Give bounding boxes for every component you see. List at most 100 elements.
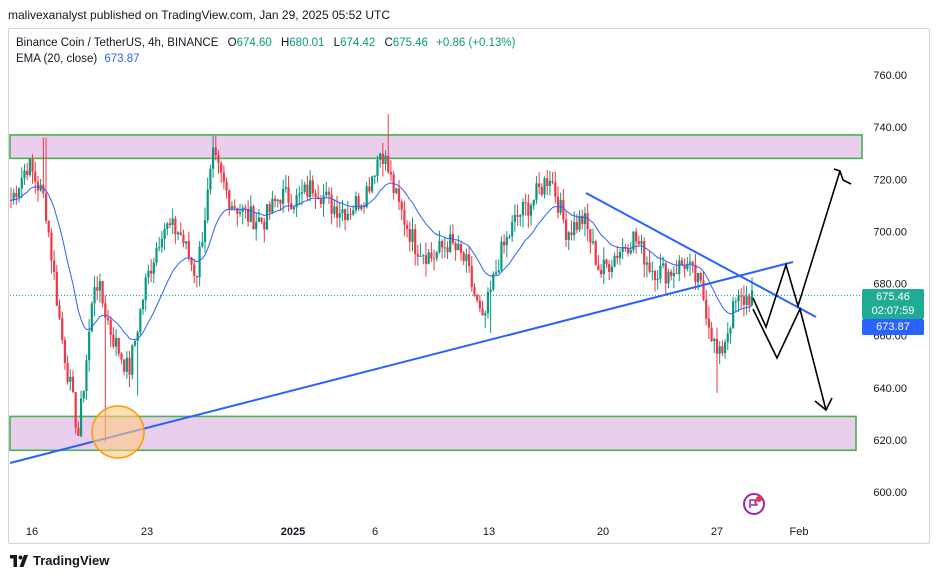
candle-body — [201, 242, 204, 247]
candle-body — [405, 224, 409, 229]
candle-body — [88, 331, 91, 361]
candle-body — [271, 198, 274, 213]
candle-body — [635, 231, 638, 242]
candle-body — [93, 287, 96, 304]
candle-body — [252, 206, 255, 230]
candle-body — [211, 147, 215, 169]
candle-body — [34, 171, 37, 182]
candle-body — [575, 221, 578, 230]
candle-body — [389, 172, 393, 175]
candle-body — [255, 221, 258, 230]
candle-body — [101, 281, 104, 304]
candle-body — [540, 186, 543, 195]
candle-body — [707, 318, 710, 328]
candle-body — [697, 273, 700, 283]
change-value: +0.86 (+0.13%) — [436, 37, 516, 49]
candle-body — [238, 211, 242, 214]
candle-body — [486, 292, 490, 314]
time-axis: 16 23 2025 6 13 20 27 Feb — [26, 526, 809, 538]
candle-body — [640, 240, 643, 245]
candle-body — [306, 184, 309, 198]
candle-body — [589, 229, 592, 243]
symbol-name[interactable]: Binance Coin / TetherUS, 4h, BINANCE — [16, 37, 218, 49]
time-tick-label: Feb — [790, 526, 809, 538]
price-chart[interactable]: 760.00740.00720.00700.00680.00660.00640.… — [0, 0, 939, 579]
candle-body — [484, 313, 487, 316]
candle-body — [691, 261, 694, 265]
time-tick-label: 20 — [597, 526, 609, 538]
resistance-zone — [9, 134, 863, 160]
candle-body — [710, 327, 713, 342]
candle-body — [354, 196, 358, 211]
candle-body — [570, 232, 573, 236]
tradingview-footer[interactable]: TradingView — [10, 553, 109, 568]
ema-label[interactable]: EMA (20, close) — [16, 53, 97, 65]
candle-body — [680, 260, 684, 265]
candle-body — [734, 301, 737, 303]
candle-body — [217, 155, 220, 164]
candle-body — [206, 189, 209, 221]
candle-body — [583, 213, 587, 224]
candle-body — [66, 363, 69, 382]
candle-body — [214, 147, 217, 156]
price-tick-label: 620.00 — [873, 435, 907, 447]
candle-body — [449, 234, 452, 252]
candle-body — [732, 301, 735, 329]
candle-body — [602, 259, 605, 275]
tradingview-logo-icon — [10, 554, 28, 567]
candle-body — [489, 289, 492, 293]
candle-body — [31, 159, 34, 172]
candle-body — [645, 262, 649, 265]
candle-body — [114, 337, 118, 347]
candle-body — [168, 223, 172, 226]
candle-body — [521, 202, 525, 216]
candle-body — [508, 236, 511, 238]
candle-body — [139, 309, 142, 333]
candle-body — [395, 188, 398, 194]
candle-body — [23, 170, 26, 179]
candle-body — [422, 255, 425, 257]
candle-body — [236, 207, 239, 214]
candle-body — [478, 300, 481, 309]
candle-body — [147, 270, 150, 278]
bullish-projection — [752, 170, 841, 330]
candle-body — [705, 299, 708, 319]
candle-body — [15, 192, 18, 198]
candle-body — [69, 376, 72, 382]
candle-body — [702, 280, 705, 300]
candle-body — [745, 296, 748, 305]
candle-body — [694, 264, 697, 283]
candle-body — [427, 252, 430, 264]
candle-body — [20, 178, 23, 189]
candle-body — [74, 391, 77, 428]
time-tick-label: 13 — [483, 526, 495, 538]
candle-body — [187, 241, 190, 258]
candle-body — [535, 183, 538, 200]
support-touch-circle — [91, 405, 145, 459]
flag-icon[interactable] — [743, 493, 765, 515]
candle-body — [651, 270, 654, 272]
candle-body — [610, 266, 613, 272]
candle-body — [55, 271, 58, 306]
candle-body — [556, 196, 560, 213]
candle-body — [150, 270, 153, 274]
time-tick-label: 16 — [26, 526, 38, 538]
candle-body — [98, 281, 102, 291]
candle-body — [441, 241, 444, 248]
candle-body — [368, 186, 371, 192]
low-value: 674.42 — [340, 37, 376, 49]
candle-body — [443, 247, 446, 249]
candle-body — [554, 182, 557, 197]
candle-body — [597, 265, 600, 271]
bar-countdown: 02:07:59 — [871, 305, 915, 317]
price-tick-label: 720.00 — [873, 174, 907, 186]
candle-body — [61, 317, 64, 340]
projection-arrows — [752, 168, 852, 412]
candle-body — [600, 270, 603, 275]
candle-body — [44, 193, 48, 221]
candle-body — [400, 201, 403, 210]
price-tick-label: 740.00 — [873, 122, 907, 134]
candle-body — [166, 223, 169, 229]
candle-body — [198, 246, 201, 278]
candle-body — [419, 255, 422, 257]
